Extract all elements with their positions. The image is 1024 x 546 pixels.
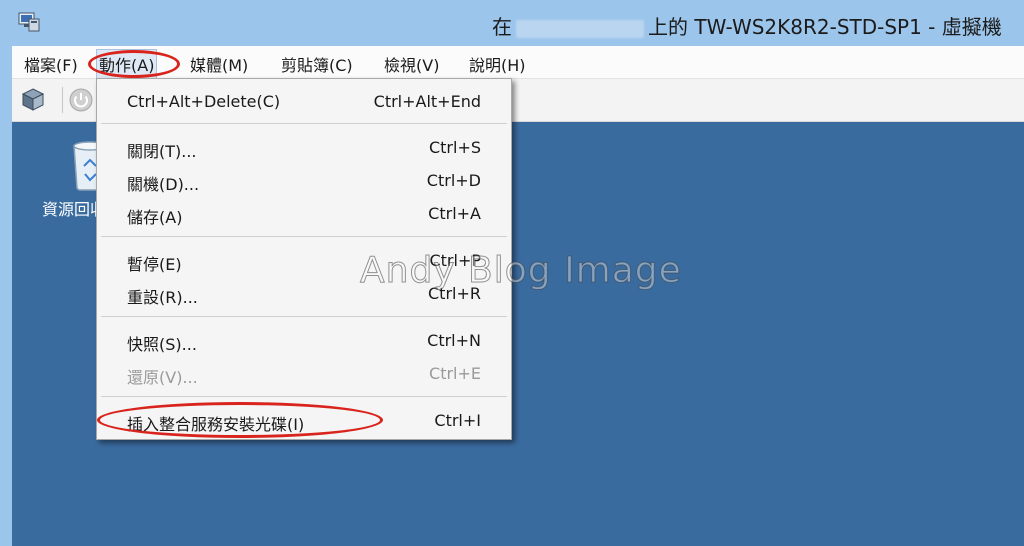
menu-bar: 檔案(F) 動作(A) 媒體(M) 剪貼簿(C) 檢視(V) 說明(H) xyxy=(12,46,1024,79)
menu-media[interactable]: 媒體(M) xyxy=(190,52,248,76)
menu-help[interactable]: 說明(H) xyxy=(469,52,526,76)
menu-item-label: 關閉(T)... xyxy=(127,142,197,161)
menu-item-label: 重設(R)... xyxy=(127,288,198,307)
menu-item-label: 關機(D)... xyxy=(127,175,200,194)
power-icon[interactable] xyxy=(66,85,96,115)
menu-item-shortcut: Ctrl+D xyxy=(426,171,481,190)
menu-separator xyxy=(101,316,507,317)
menu-item-revert: 還原(V)... Ctrl+E xyxy=(97,357,511,389)
menu-item-ctrl-alt-delete[interactable]: Ctrl+Alt+Delete(C) Ctrl+Alt+End xyxy=(97,85,511,117)
menu-clipboard[interactable]: 剪貼簿(C) xyxy=(281,52,353,76)
menu-item-label: 插入整合服務安裝光碟(I) xyxy=(127,415,305,434)
menu-item-shortcut: Ctrl+A xyxy=(428,204,481,223)
menu-item-label: 還原(V)... xyxy=(127,368,198,387)
menu-item-save[interactable]: 儲存(A) Ctrl+A xyxy=(97,197,511,229)
window-title-prefix: 在 xyxy=(492,15,512,39)
menu-separator xyxy=(101,396,507,397)
vm-connection-app-icon[interactable] xyxy=(18,10,40,32)
title-bar: 在 上的 TW-WS2K8R2-STD-SP1 - 虛擬機 xyxy=(0,0,1024,44)
menu-separator xyxy=(101,123,507,124)
menu-item-label: 暫停(E) xyxy=(127,255,182,274)
menu-item-shortcut: Ctrl+I xyxy=(434,411,481,430)
watermark-text: Andy Blog Image xyxy=(360,250,682,292)
menu-action[interactable]: 動作(A) xyxy=(96,49,158,79)
menu-item-turn-off[interactable]: 關閉(T)... Ctrl+S xyxy=(97,131,511,163)
window-title: 在 上的 TW-WS2K8R2-STD-SP1 - 虛擬機 xyxy=(492,11,1002,40)
redacted-host-name xyxy=(516,19,644,38)
menu-item-label: 快照(S)... xyxy=(127,335,197,354)
ctrl-alt-del-icon[interactable] xyxy=(18,85,48,115)
menu-item-shut-down[interactable]: 關機(D)... Ctrl+D xyxy=(97,164,511,196)
menu-file[interactable]: 檔案(F) xyxy=(24,52,78,76)
toolbar-separator xyxy=(62,87,63,113)
menu-view[interactable]: 檢視(V) xyxy=(384,52,439,76)
menu-item-shortcut: Ctrl+Alt+End xyxy=(373,92,481,111)
menu-item-label: 儲存(A) xyxy=(127,208,183,227)
menu-item-shortcut: Ctrl+S xyxy=(428,138,481,157)
menu-item-shortcut: Ctrl+E xyxy=(429,364,481,383)
menu-item-shortcut: Ctrl+N xyxy=(427,331,481,350)
menu-item-snapshot[interactable]: 快照(S)... Ctrl+N xyxy=(97,324,511,356)
menu-item-insert-integration-services[interactable]: 插入整合服務安裝光碟(I) Ctrl+I xyxy=(97,404,511,436)
menu-item-label: Ctrl+Alt+Delete(C) xyxy=(127,92,281,111)
vm-connection-window: 在 上的 TW-WS2K8R2-STD-SP1 - 虛擬機 檔案(F) 動作(A)… xyxy=(0,0,1024,546)
menu-separator xyxy=(101,236,507,237)
window-title-suffix: 上的 TW-WS2K8R2-STD-SP1 - 虛擬機 xyxy=(648,15,1002,39)
